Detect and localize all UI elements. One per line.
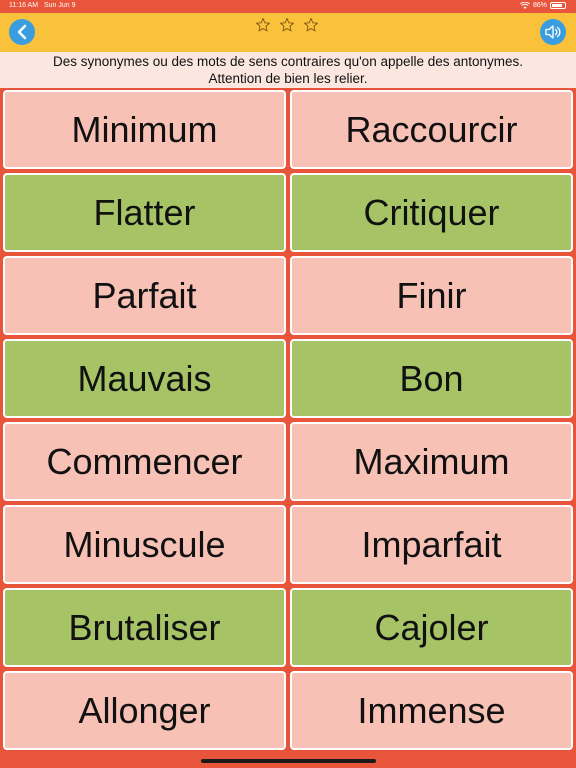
back-button[interactable] xyxy=(9,19,35,45)
word-card-right[interactable]: Raccourcir xyxy=(290,90,573,169)
word-card-left[interactable]: Mauvais xyxy=(3,339,286,418)
word-card-left[interactable]: Minuscule xyxy=(3,505,286,584)
word-card-right[interactable]: Imparfait xyxy=(290,505,573,584)
word-card-right[interactable]: Maximum xyxy=(290,422,573,501)
word-card-left[interactable]: Parfait xyxy=(3,256,286,335)
word-card-left[interactable]: Allonger xyxy=(3,671,286,750)
status-time: 11:16 AM xyxy=(9,2,39,9)
battery-percent: 86% xyxy=(532,2,547,9)
status-right: 86% xyxy=(519,2,566,9)
wifi-icon xyxy=(519,2,530,9)
status-date: Sun Jun 9 xyxy=(44,2,76,9)
star-icon xyxy=(256,18,270,32)
instructions-line-1: Des synonymes ou des mots de sens contra… xyxy=(52,54,524,69)
word-card-right[interactable]: Critiquer xyxy=(290,173,573,252)
word-card-right[interactable]: Cajoler xyxy=(290,588,573,667)
instructions-line-2: Attention de bien les relier. xyxy=(208,71,368,86)
word-card-left[interactable]: Brutaliser xyxy=(3,588,286,667)
speaker-icon xyxy=(545,25,561,39)
star-icon xyxy=(304,18,318,32)
header-bar xyxy=(0,13,576,52)
home-indicator xyxy=(201,759,376,763)
stars-rating xyxy=(255,17,319,33)
star-icon xyxy=(280,18,294,32)
word-card-left[interactable]: Minimum xyxy=(3,90,286,169)
word-card-left[interactable]: Commencer xyxy=(3,422,286,501)
instructions-banner: Des synonymes ou des mots de sens contra… xyxy=(0,52,576,88)
chevron-left-icon xyxy=(17,24,27,40)
word-card-left[interactable]: Flatter xyxy=(3,173,286,252)
battery-icon xyxy=(550,2,566,9)
word-card-right[interactable]: Immense xyxy=(290,671,573,750)
status-bar: 11:16 AM Sun Jun 9 86% xyxy=(0,0,576,13)
word-card-right[interactable]: Finir xyxy=(290,256,573,335)
word-card-right[interactable]: Bon xyxy=(290,339,573,418)
battery-fill xyxy=(552,4,563,7)
sound-button[interactable] xyxy=(540,19,566,45)
